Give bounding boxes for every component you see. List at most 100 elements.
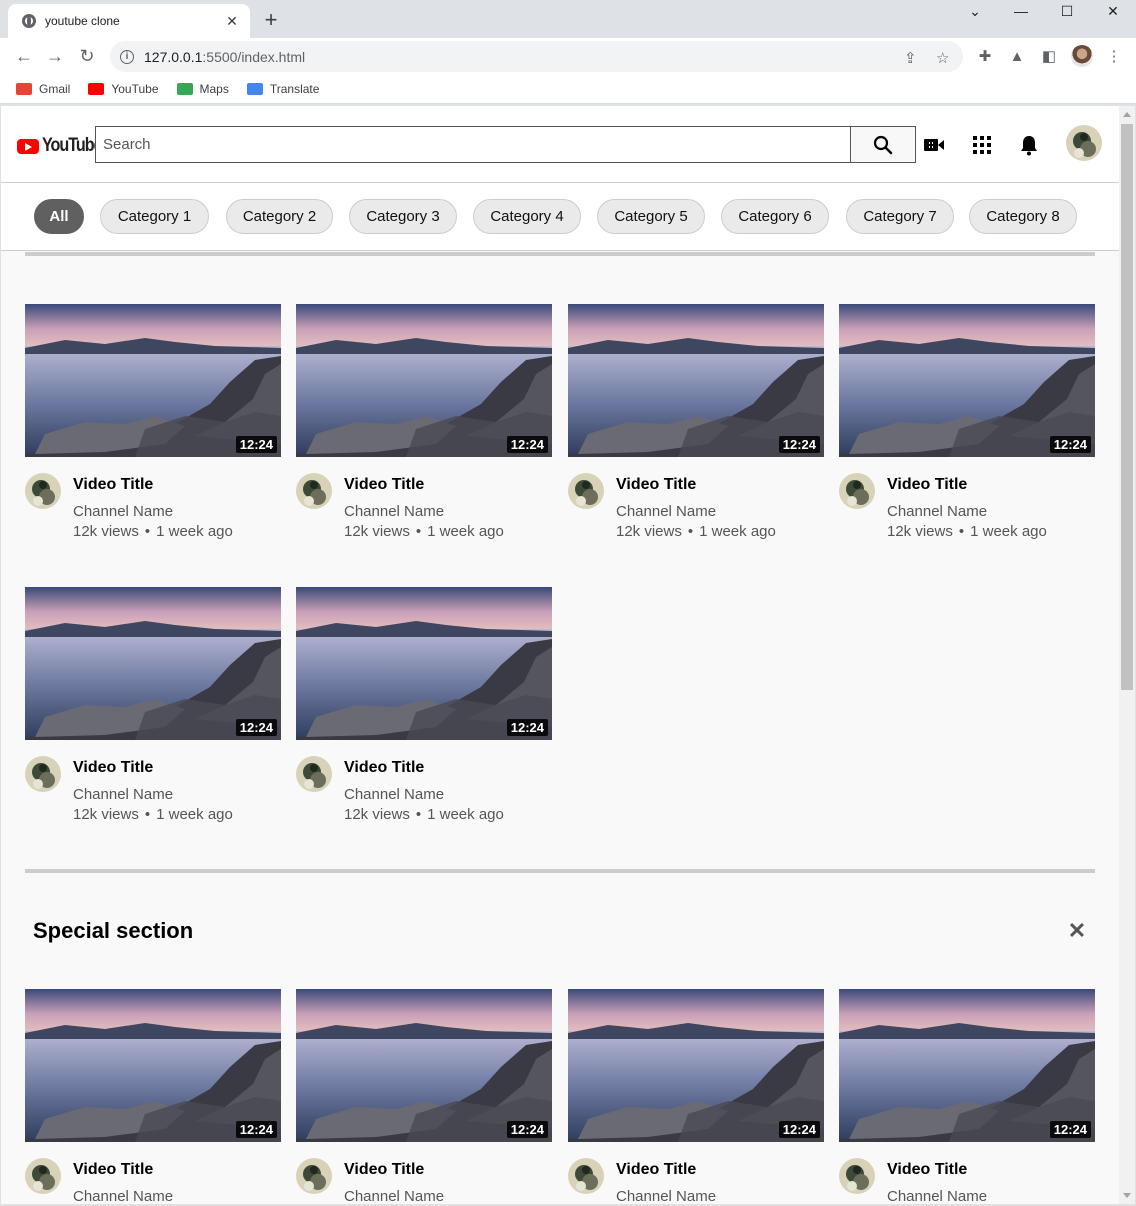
search-input[interactable]: [95, 126, 850, 163]
video-card[interactable]: 12:24 Video Title Channel Name 12k views • 1…: [296, 304, 552, 542]
scroll-up-icon[interactable]: [1123, 112, 1131, 117]
video-card[interactable]: 12:24 Video Title Channel Name 12k views • 1…: [25, 587, 281, 825]
side-panel-icon[interactable]: ◧: [1039, 46, 1059, 66]
category-chip-all[interactable]: All: [34, 199, 84, 234]
labs-icon[interactable]: ▲: [1007, 46, 1027, 66]
channel-avatar[interactable]: [296, 756, 332, 792]
close-tab-icon[interactable]: ✕: [224, 13, 240, 30]
channel-avatar[interactable]: [296, 1158, 332, 1194]
scroll-down-icon[interactable]: [1123, 1193, 1131, 1198]
video-card[interactable]: 12:24 Video Title Channel Name: [839, 989, 1095, 1204]
video-thumbnail[interactable]: 12:24: [25, 587, 281, 740]
channel-avatar[interactable]: [568, 1158, 604, 1194]
video-title[interactable]: Video Title: [887, 1160, 987, 1180]
bookmark-gmail[interactable]: Gmail: [16, 82, 70, 96]
channel-avatar[interactable]: [25, 473, 61, 509]
video-card[interactable]: 12:24 Video Title Channel Name: [25, 989, 281, 1204]
back-icon[interactable]: ←: [12, 44, 36, 68]
channel-name[interactable]: Channel Name: [73, 1187, 173, 1204]
channel-avatar[interactable]: [296, 473, 332, 509]
channel-name[interactable]: Channel Name: [616, 1187, 716, 1204]
menu-icon[interactable]: ⋮: [1104, 46, 1124, 66]
close-icon[interactable]: ✕: [1067, 918, 1087, 944]
channel-name[interactable]: Channel Name: [344, 1187, 444, 1204]
video-card[interactable]: 12:24 Video Title Channel Name: [296, 989, 552, 1204]
category-chip-7[interactable]: Category 7: [846, 199, 954, 234]
minimize-icon[interactable]: —: [998, 0, 1044, 22]
video-thumbnail[interactable]: 12:24: [839, 989, 1095, 1142]
category-chip-2[interactable]: Category 2: [226, 199, 333, 234]
video-card[interactable]: 12:24 Video Title Channel Name 12k views • 1…: [839, 304, 1095, 542]
bookmark-maps[interactable]: Maps: [176, 82, 229, 96]
forward-icon[interactable]: →: [43, 44, 67, 68]
tab-search-icon[interactable]: ⌄: [952, 0, 998, 22]
extensions-icon[interactable]: ✚: [975, 46, 995, 66]
video-card[interactable]: 12:24 Video Title Channel Name 12k views • 1…: [25, 304, 281, 542]
share-icon[interactable]: ⇪: [904, 49, 917, 67]
channel-avatar[interactable]: [839, 1158, 875, 1194]
video-thumbnail[interactable]: 12:24: [25, 989, 281, 1142]
search-button[interactable]: [850, 126, 916, 163]
view-count: 12k views: [887, 523, 953, 540]
video-title[interactable]: Video Title: [73, 475, 233, 495]
video-title[interactable]: Video Title: [616, 475, 776, 495]
video-title[interactable]: Video Title: [887, 475, 1047, 495]
video-card[interactable]: 12:24 Video Title Channel Name: [568, 989, 824, 1204]
duration-badge: 12:24: [1049, 1121, 1091, 1138]
channel-name[interactable]: Channel Name: [616, 502, 776, 522]
channel-name[interactable]: Channel Name: [73, 785, 233, 805]
video-title[interactable]: Video Title: [344, 475, 504, 495]
video-thumbnail[interactable]: 12:24: [296, 989, 552, 1142]
category-chip-4[interactable]: Category 4: [473, 199, 581, 234]
user-avatar[interactable]: [1066, 125, 1102, 161]
category-chip-1[interactable]: Category 1: [100, 199, 209, 234]
channel-avatar[interactable]: [25, 756, 61, 792]
url-path: :5500/index.html: [202, 48, 306, 65]
profile-avatar[interactable]: [1071, 45, 1093, 67]
bookmark-youtube[interactable]: YouTube: [88, 82, 159, 96]
apps-grid-icon[interactable]: [970, 133, 994, 157]
notifications-bell-icon[interactable]: [1017, 133, 1041, 157]
category-chip-8[interactable]: Category 8: [969, 199, 1077, 234]
bookmarks-bar: Gmail YouTube Maps Translate: [0, 75, 1136, 104]
video-thumbnail[interactable]: 12:24: [25, 304, 281, 457]
channel-name[interactable]: Channel Name: [73, 502, 233, 522]
category-chip-5[interactable]: Category 5: [597, 199, 705, 234]
browser-tab[interactable]: youtube clone ✕: [8, 4, 250, 38]
reload-icon[interactable]: ↻: [75, 44, 99, 68]
video-title[interactable]: Video Title: [344, 758, 504, 778]
video-thumbnail[interactable]: 12:24: [839, 304, 1095, 457]
view-count: 12k views: [73, 806, 139, 823]
maximize-icon[interactable]: ☐: [1044, 0, 1090, 22]
view-count: 12k views: [73, 523, 139, 540]
close-window-icon[interactable]: ✕: [1090, 0, 1136, 22]
channel-avatar[interactable]: [25, 1158, 61, 1194]
channel-name[interactable]: Channel Name: [887, 1187, 987, 1204]
site-info-icon[interactable]: i: [120, 49, 134, 64]
scrollbar[interactable]: [1119, 106, 1135, 1204]
bookmark-star-icon[interactable]: ☆: [936, 49, 949, 67]
video-thumbnail[interactable]: 12:24: [296, 304, 552, 457]
bookmark-translate[interactable]: Translate: [246, 82, 319, 96]
channel-avatar-image: [25, 1158, 61, 1194]
video-title[interactable]: Video Title: [616, 1160, 716, 1180]
create-video-icon[interactable]: [922, 133, 946, 157]
video-thumbnail[interactable]: 12:24: [568, 304, 824, 457]
video-title[interactable]: Video Title: [73, 1160, 173, 1180]
channel-avatar[interactable]: [568, 473, 604, 509]
scrollbar-thumb[interactable]: [1121, 124, 1133, 690]
video-thumbnail[interactable]: 12:24: [568, 989, 824, 1142]
video-title[interactable]: Video Title: [344, 1160, 444, 1180]
video-thumbnail[interactable]: 12:24: [296, 587, 552, 740]
video-card[interactable]: 12:24 Video Title Channel Name 12k views • 1…: [568, 304, 824, 542]
new-tab-icon[interactable]: +: [260, 8, 282, 32]
category-chip-3[interactable]: Category 3: [349, 199, 457, 234]
address-bar[interactable]: i 127.0.0.1:5500/index.html ⇪ ☆: [110, 41, 963, 72]
channel-name[interactable]: Channel Name: [887, 502, 1047, 522]
channel-avatar[interactable]: [839, 473, 875, 509]
video-title[interactable]: Video Title: [73, 758, 233, 778]
channel-name[interactable]: Channel Name: [344, 785, 504, 805]
category-chip-6[interactable]: Category 6: [721, 199, 829, 234]
video-card[interactable]: 12:24 Video Title Channel Name 12k views • 1…: [296, 587, 552, 825]
channel-name[interactable]: Channel Name: [344, 502, 504, 522]
